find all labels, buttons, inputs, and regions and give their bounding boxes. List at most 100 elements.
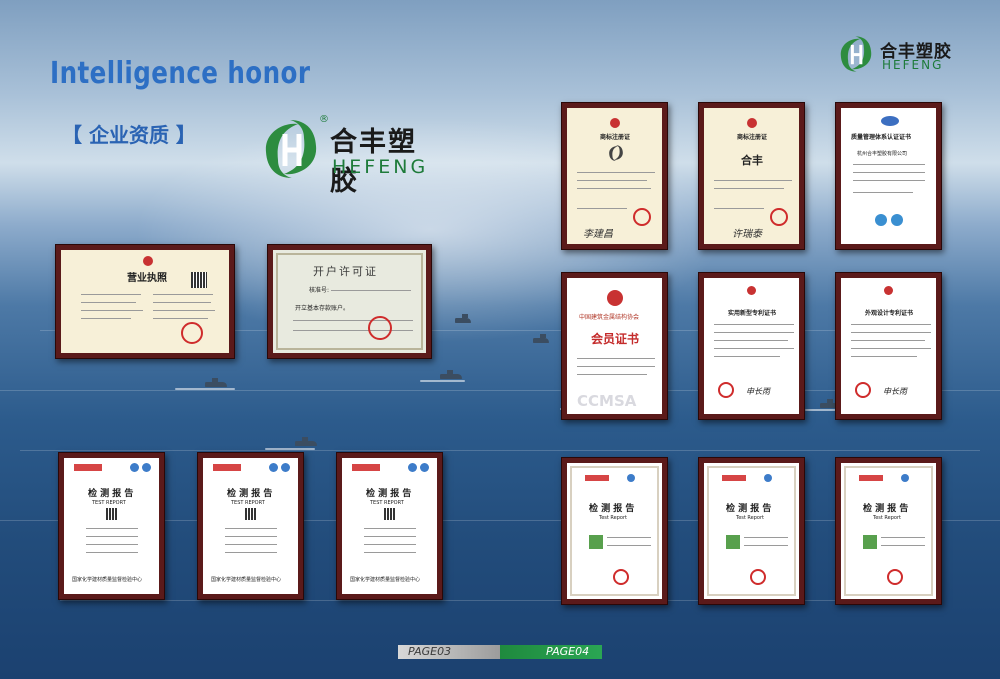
business-license-frame: 营业执照: [55, 244, 235, 359]
report-issuer: 国家化学建材质量监督检验中心: [72, 577, 143, 583]
permit-line: 核准号:: [309, 287, 330, 294]
sea-wave: [20, 450, 980, 451]
signature: 申长雨: [746, 387, 770, 396]
hefeng-logo-icon: [840, 36, 872, 72]
account-permit: 开户许可证 核准号: 开立基本存款账户。: [273, 250, 426, 353]
page-indicator-left: PAGE03: [398, 645, 500, 659]
ship-wake: [175, 388, 235, 390]
national-emblem-icon: [884, 286, 893, 295]
national-emblem-icon: [747, 118, 757, 128]
test-report: 检 测 报 告 TEST REPORT 国家化学建材质量监督检验中心: [203, 458, 298, 594]
cnas-icon: [901, 474, 909, 482]
official-seal-icon: [181, 322, 203, 344]
green-qr-icon: [863, 535, 877, 549]
test-report-frame: 检 测 报 告 Test Report: [561, 457, 668, 605]
trademark-mark: 合丰: [741, 154, 763, 167]
report-title: 检 测 报 告: [227, 489, 273, 499]
test-report: 检 测 报 告 Test Report: [567, 463, 662, 599]
design-patent-frame: 外观设计专利证书 申长雨: [835, 272, 942, 420]
account-permit-title: 开户许可证: [313, 265, 378, 278]
report-title-en: Test Report: [736, 515, 765, 521]
utility-patent-frame: 实用新型专利证书 申长雨: [698, 272, 805, 420]
certification-body-icon: [881, 116, 899, 126]
test-report-frame: 检 测 报 告 Test Report: [698, 457, 805, 605]
ilac-icon: [408, 463, 417, 472]
qr-code-icon: [384, 508, 396, 520]
cnas-icon: [891, 214, 903, 226]
watermark: CCMSA: [577, 392, 637, 410]
business-license-title: 营业执照: [127, 273, 167, 284]
report-title: 检 测 报 告: [366, 489, 412, 499]
report-issuer: 国家化学建材质量监督检验中心: [211, 577, 282, 583]
registered-mark: ®: [319, 114, 329, 125]
sea-wave: [60, 600, 940, 601]
official-seal-icon: [855, 382, 871, 398]
page-title: Intelligence honor: [50, 56, 311, 91]
warship: [295, 437, 317, 446]
report-title: 检 测 报 告: [88, 489, 134, 499]
signature: 申长雨: [883, 387, 907, 396]
trademark-cert-1-frame: 商标注册证 李建昌: [561, 102, 668, 250]
ship-wake: [265, 448, 315, 450]
report-title: 检 测 报 告: [726, 504, 772, 514]
account-permit-frame: 开户许可证 核准号: 开立基本存款账户。: [267, 244, 432, 359]
cma-icon: [859, 475, 883, 481]
trademark-cert-2: 商标注册证 合丰 许瑞泰: [704, 108, 799, 244]
section-subtitle: 【 企业资质 】: [62, 123, 196, 147]
cnas-icon: [281, 463, 290, 472]
brand-name-en: HEFENG: [332, 156, 429, 178]
company-name: 杭州合丰塑胶有限公司: [857, 151, 908, 157]
trademark-logo-icon: [609, 145, 623, 161]
warship: [205, 378, 227, 387]
qr-code-icon: [106, 508, 118, 520]
test-report: 检 测 报 告 TEST REPORT 国家化学建材质量监督检验中心: [342, 458, 437, 594]
association-emblem-icon: [607, 290, 623, 306]
trademark-cert-1: 商标注册证 李建昌: [567, 108, 662, 244]
test-report-frame: 检 测 报 告 TEST REPORT 国家化学建材质量监督检验中心: [58, 452, 165, 600]
green-qr-icon: [589, 535, 603, 549]
quality-cert: 质量管理体系认证证书 杭州合丰塑胶有限公司: [841, 108, 936, 244]
test-report-frame: 检 测 报 告 Test Report: [835, 457, 942, 605]
national-emblem-icon: [143, 256, 153, 266]
test-report: 检 测 报 告 TEST REPORT 国家化学建材质量监督检验中心: [64, 458, 159, 594]
test-report-frame: 检 测 报 告 TEST REPORT 国家化学建材质量监督检验中心: [336, 452, 443, 600]
test-report: 检 测 报 告 Test Report: [841, 463, 936, 599]
green-qr-icon: [726, 535, 740, 549]
business-license: 营业执照: [61, 250, 229, 353]
hefeng-logo-icon: [265, 120, 317, 178]
warship: [455, 314, 471, 323]
qr-code-icon: [245, 508, 257, 520]
cma-icon: [213, 464, 241, 471]
official-seal-icon: [368, 316, 392, 340]
official-seal-icon: [887, 569, 903, 585]
report-title-en: Test Report: [599, 515, 628, 521]
design-patent: 外观设计专利证书 申长雨: [841, 278, 936, 414]
report-issuer: 国家化学建材质量监督检验中心: [350, 577, 421, 583]
ilac-icon: [130, 463, 139, 472]
report-title-en: Test Report: [873, 515, 902, 521]
national-emblem-icon: [747, 286, 756, 295]
brand-logo: ® 合丰塑胶 HEFENG: [258, 114, 438, 197]
warship: [440, 370, 462, 379]
cnas-icon: [627, 474, 635, 482]
membership-cert-frame: 中国建筑金属结构协会 会员证书 CCMSA: [561, 272, 668, 420]
ship-wake: [420, 380, 465, 382]
cert-title: 质量管理体系认证证书: [851, 134, 912, 141]
quality-cert-frame: 质量管理体系认证证书 杭州合丰塑胶有限公司: [835, 102, 942, 250]
brand-name-en: HEFENG: [882, 58, 944, 72]
qr-code-icon: [191, 272, 207, 288]
official-seal-icon: [770, 208, 788, 226]
cert-title: 会员证书: [591, 332, 640, 346]
cma-icon: [722, 475, 746, 481]
corner-brand-logo: 合丰塑胶 HEFENG: [836, 34, 976, 78]
cnas-icon: [764, 474, 772, 482]
signature: 许瑞泰: [732, 229, 762, 240]
page-indicator-right: PAGE04: [500, 645, 602, 659]
report-title-en: TEST REPORT: [370, 500, 404, 506]
report-title-en: TEST REPORT: [231, 500, 265, 506]
association-name: 中国建筑金属结构协会: [579, 314, 640, 321]
trademark-cert-2-frame: 商标注册证 合丰 许瑞泰: [698, 102, 805, 250]
cnas-icon: [420, 463, 429, 472]
cert-title: 外观设计专利证书: [865, 310, 914, 317]
report-title: 检 测 报 告: [863, 504, 909, 514]
